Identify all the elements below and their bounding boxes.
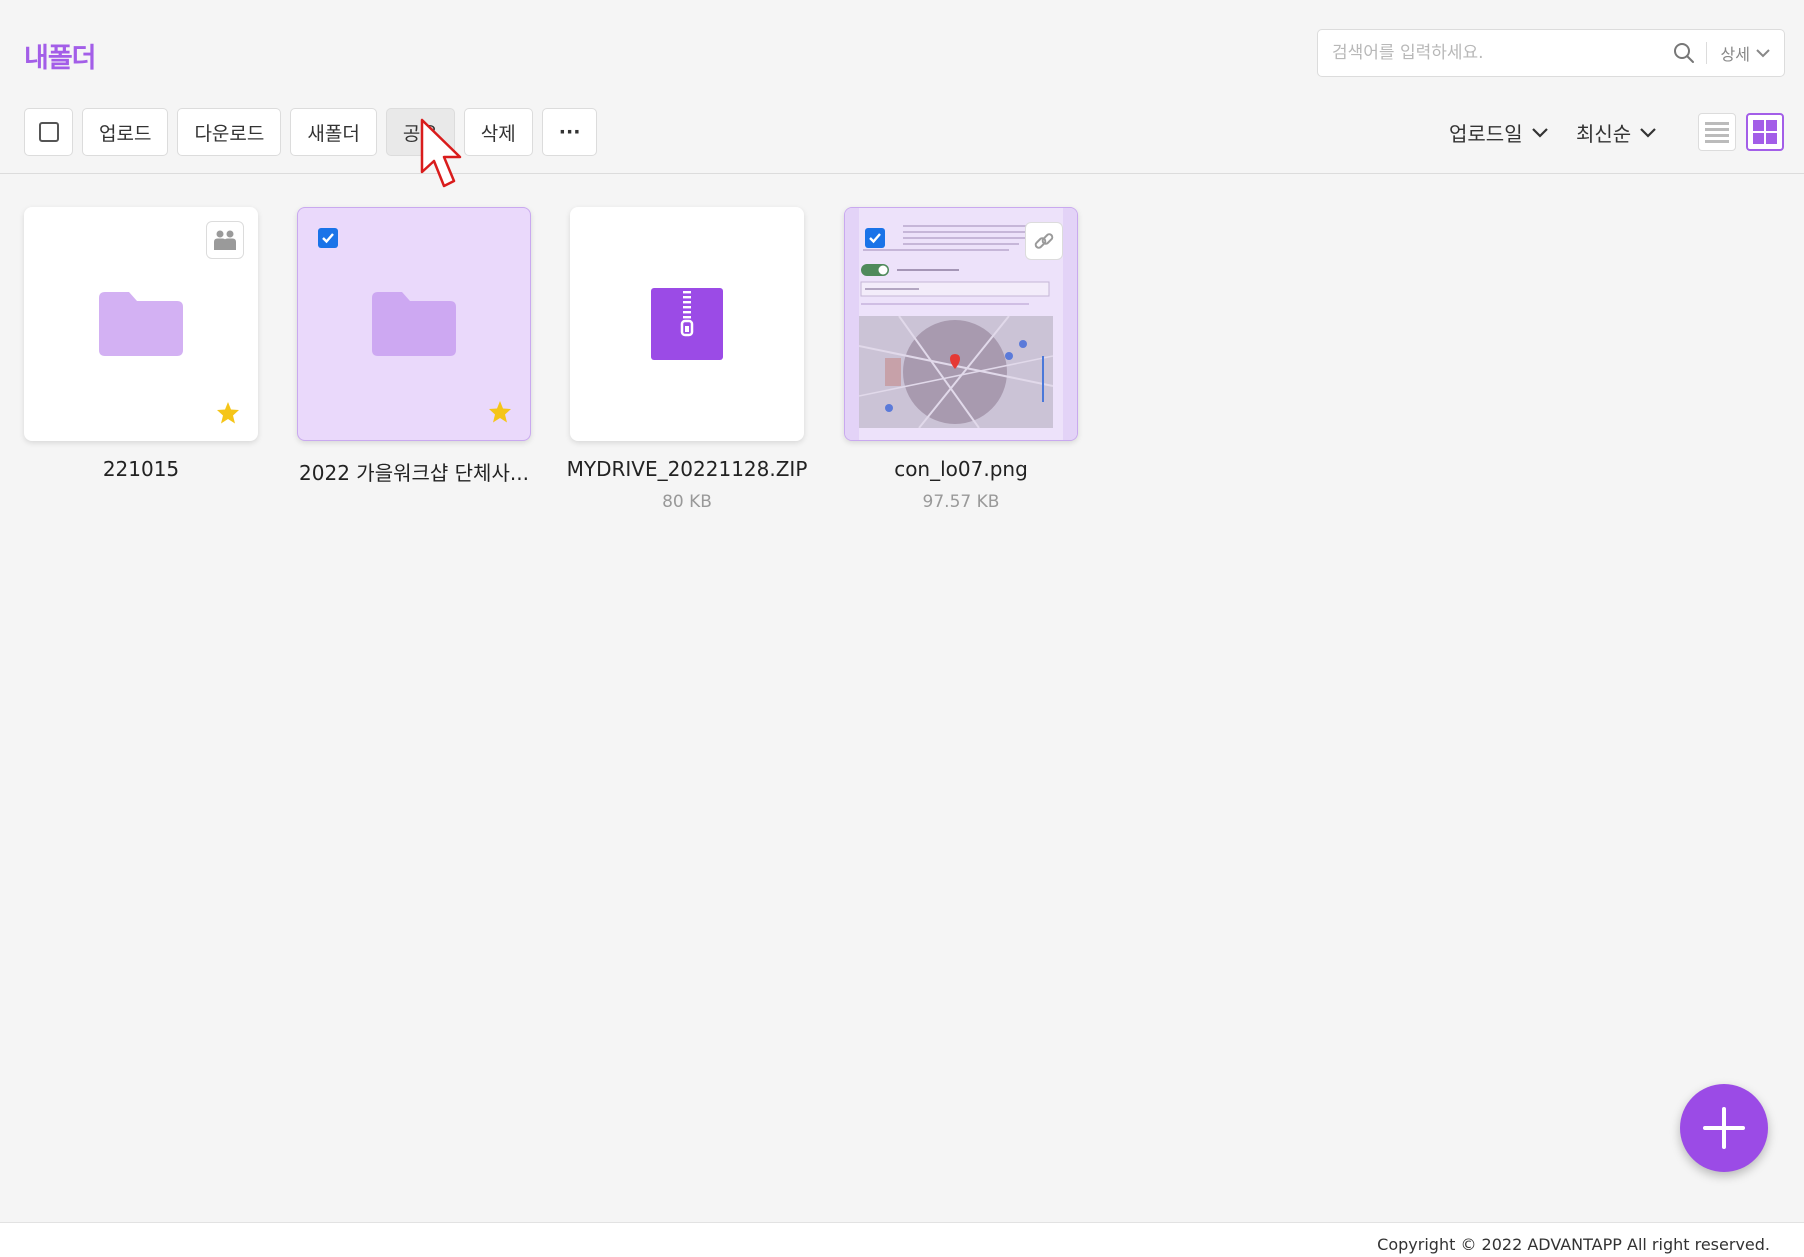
copyright-text: Copyright © 2022 ADVANTAPP All right res… bbox=[1377, 1235, 1770, 1254]
item-checkbox-checked[interactable] bbox=[865, 228, 885, 248]
file-name[interactable]: 2022 가을워크샵 단체사... bbox=[284, 457, 544, 486]
file-name[interactable]: 221015 bbox=[11, 457, 271, 481]
select-all-checkbox[interactable] bbox=[24, 108, 73, 156]
search-box: 상세 bbox=[1317, 29, 1785, 77]
sort-field-label: 업로드일 bbox=[1449, 122, 1523, 146]
more-button[interactable]: ··· bbox=[541, 108, 598, 156]
sort-field-dropdown[interactable]: 업로드일 bbox=[1449, 118, 1549, 147]
toolbar: 업로드 다운로드 새폴더 공유 삭제 ··· bbox=[24, 108, 598, 156]
header-divider bbox=[0, 173, 1804, 174]
item-checkbox-checked[interactable] bbox=[318, 228, 338, 248]
chevron-down-icon bbox=[1640, 127, 1656, 138]
upload-button[interactable]: 업로드 bbox=[82, 108, 169, 156]
checkbox-box bbox=[38, 122, 59, 142]
grid-view-button[interactable] bbox=[1746, 113, 1784, 151]
file-name[interactable]: con_lo07.png bbox=[831, 457, 1091, 481]
delete-button[interactable]: 삭제 bbox=[463, 108, 533, 156]
shared-users-icon bbox=[214, 230, 236, 250]
folder-card[interactable] bbox=[24, 207, 258, 441]
file-name[interactable]: MYDRIVE_20221128.ZIP bbox=[557, 457, 817, 481]
link-icon bbox=[1034, 233, 1054, 249]
sort-order-dropdown[interactable]: 최신순 bbox=[1576, 118, 1657, 147]
share-button[interactable]: 공유 bbox=[385, 108, 455, 156]
chevron-down-icon bbox=[1531, 127, 1548, 138]
zip-file-card[interactable] bbox=[570, 207, 804, 441]
image-file-card[interactable] bbox=[844, 207, 1078, 441]
chevron-down-icon bbox=[1756, 49, 1770, 58]
folder-icon bbox=[372, 292, 456, 356]
sort-order-label: 최신순 bbox=[1576, 122, 1632, 146]
map-thumbnail bbox=[858, 315, 1054, 429]
file-size: 97.57 KB bbox=[922, 492, 1000, 512]
star-icon[interactable] bbox=[488, 400, 512, 424]
map-graphic bbox=[858, 315, 1054, 429]
zip-file-icon bbox=[651, 288, 723, 360]
grid-view-icon bbox=[1753, 120, 1777, 144]
list-view-button[interactable] bbox=[1698, 113, 1736, 151]
folder-card[interactable] bbox=[297, 207, 531, 441]
list-view-icon bbox=[1705, 122, 1729, 143]
download-button[interactable]: 다운로드 bbox=[177, 108, 282, 156]
page-title: 내폴더 bbox=[24, 43, 97, 74]
checkmark-icon bbox=[869, 233, 881, 244]
search-detail-label: 상세 bbox=[1720, 45, 1750, 64]
star-icon[interactable] bbox=[216, 401, 240, 425]
search-input[interactable] bbox=[1318, 30, 1662, 76]
link-badge[interactable] bbox=[1025, 222, 1063, 260]
plus-icon bbox=[1703, 1107, 1745, 1149]
shared-badge bbox=[206, 221, 244, 259]
new-folder-button[interactable]: 새폴더 bbox=[290, 108, 377, 156]
checkmark-icon bbox=[322, 233, 334, 244]
search-detail-button[interactable]: 상세 bbox=[1707, 30, 1784, 76]
folder-icon bbox=[99, 292, 183, 356]
footer: Copyright © 2022 ADVANTAPP All right res… bbox=[0, 1222, 1804, 1257]
search-icon[interactable] bbox=[1662, 31, 1706, 75]
file-size: 80 KB bbox=[662, 492, 712, 512]
add-fab-button[interactable] bbox=[1680, 1084, 1768, 1172]
